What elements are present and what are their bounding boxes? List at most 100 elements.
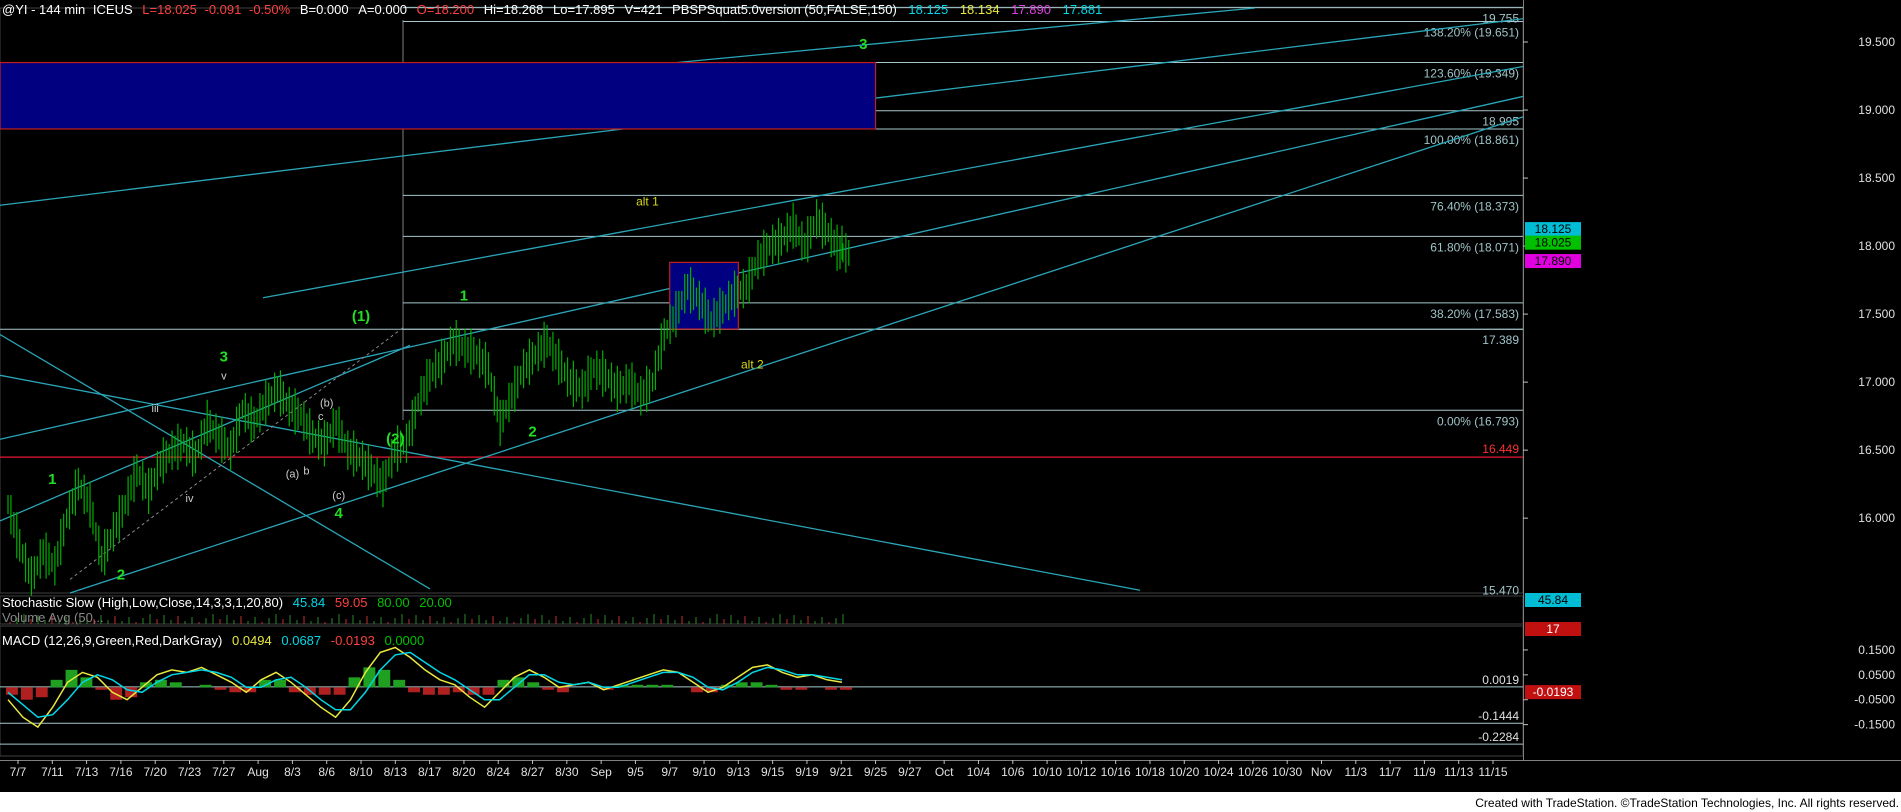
price-tick-label: 19.000 [1858,103,1895,117]
macd-histogram-bar [393,679,406,688]
price-axis: 19.500 19.000 18.500 18.000 17.500 17.000 16.5… [1523,0,1901,792]
macd-histogram-bar [825,687,838,690]
price-panel: 19.755138.20% (19.651)123.60% (19.349)18… [0,6,1612,603]
macd-histogram-bar [840,687,852,690]
time-tick-label: 8/13 [384,765,408,779]
study-value-3: 17.890 [1011,2,1051,17]
wave-label: 1 [460,288,468,305]
stochastic-label: Stochastic Slow (High,Low,Close,14,3,3,1… [2,595,284,610]
fib-level-label: 138.20% (19.651) [1424,25,1519,39]
stochastic-tag-label: 45.84 [1538,593,1568,607]
macd-tick-label: -0.0500 [1854,693,1895,707]
price-tag-label: 17.890 [1535,254,1572,268]
chart-header: @YI - 144 min ICEUS L=18.025 -0.091 -0.5… [2,2,1102,17]
volume-value: V=421 [624,2,663,17]
open-value: O=18.200 [416,2,475,17]
time-tick-label: 7/20 [144,765,168,779]
net-change: -0.091 [204,2,242,17]
price-tick-label: 18.000 [1858,239,1895,253]
wave-label: 3 [859,36,867,53]
time-tick-label: 8/3 [284,765,301,779]
macd-level-label: -0.1444 [1478,709,1519,723]
macd-histogram-bar [750,682,763,688]
wave-label: alt 1 [636,194,659,208]
time-tick-label: 7/16 [109,765,133,779]
time-tick-label: 10/20 [1169,765,1199,779]
stochastic-d: 59.05 [334,595,368,610]
time-tick-label: 8/17 [418,765,442,779]
stochastic-k: 45.84 [292,595,326,610]
macd-tick-label: 0.1500 [1858,643,1895,657]
target-box [0,61,877,130]
wave-label: (2) [386,430,404,447]
time-tick-label: 7/23 [178,765,202,779]
macd-tick-label: -0.1500 [1854,718,1895,732]
macd-histogram-bar [482,687,495,695]
macd-histogram-bar [437,687,450,695]
macd-tick-label: 0.0500 [1858,668,1895,682]
macd-histogram-bar [646,684,659,688]
time-tick-label: Sep [590,765,612,779]
macd-histogram-bar [661,684,674,688]
wave-label: 1 [48,471,56,488]
volume-label: Volume Avg (50,.. [2,610,104,625]
time-tick-label: 7/27 [212,765,236,779]
wave-label: (c) [332,490,345,502]
wave-label: b [303,466,309,478]
time-tick-label: 10/10 [1032,765,1062,779]
wave-label: 2 [528,424,536,441]
time-tick-label: 11/3 [1345,765,1368,779]
macd-histogram-bar [169,682,182,688]
wave-label: 2 [117,566,125,583]
volume-tag-label: 17 [1546,622,1560,636]
pct-change: -0.50% [248,2,291,17]
ask-value: A=0.000 [358,2,408,17]
time-tick-label: 8/24 [487,765,511,779]
macd-histogram-bar [631,684,644,688]
volume-header: Volume Avg (50,.. [2,610,104,625]
stochastic-header: Stochastic Slow (High,Low,Close,14,3,3,1… [2,595,452,610]
macd-histogram-bar [65,669,78,688]
macd-level-label: 0.0019 [1482,673,1519,687]
time-tick-label: 8/10 [349,765,373,779]
time-tick-label: 11/15 [1478,765,1507,779]
time-tick-label: 10/30 [1272,765,1302,779]
macd-histogram-bar [378,669,391,688]
fib-level-label: 76.40% (18.373) [1430,199,1519,213]
price-chart: 19.755138.20% (19.651)123.60% (19.349)18… [0,0,1901,792]
wave-label: iv [186,493,194,505]
stochastic-ob: 80.00 [377,595,410,610]
study-value-1: 18.125 [908,2,949,17]
time-tick-label: 11/7 [1379,765,1402,779]
time-tick-label: 8/20 [452,765,476,779]
time-tick-label: 9/25 [864,765,888,779]
wave-label: v [221,370,227,382]
symbol-label: @YI - 144 min [2,2,86,17]
price-tick-label: 17.500 [1858,307,1895,321]
low-level-label: 15.470 [1482,583,1519,597]
wave-label: 4 [335,505,344,522]
time-tick-label: 7/11 [41,765,64,779]
fib-level-label: 0.00% (16.793) [1437,414,1519,428]
macd-histogram-bar [512,677,525,688]
wave-label: c [318,411,324,423]
time-tick-label: Aug [247,765,268,779]
exchange-label: ICEUS [92,2,133,17]
macd-histogram-bar [780,687,793,690]
high-value: Hi=18.268 [483,2,544,17]
wave-label: iii [152,403,159,415]
price-tick-label: 19.500 [1858,35,1895,49]
macd-histogram-bar [199,684,212,688]
time-tick-label: 9/7 [661,765,678,779]
footer-credit: Created with TradeStation. ©TradeStation… [1475,796,1899,810]
wave-label: alt 2 [741,358,764,372]
macd-histogram-bar [274,679,286,688]
time-tick-label: 10/18 [1135,765,1165,779]
price-tick-label: 16.000 [1858,511,1895,525]
red-level-label: 16.449 [1482,442,1519,456]
time-tick-label: 10/4 [967,765,991,779]
time-tick-label: 10/26 [1238,765,1268,779]
time-tick-label: 9/19 [795,765,819,779]
macd-histogram-bar [542,687,555,690]
fib-level-label: 61.80% (18.071) [1430,240,1519,254]
